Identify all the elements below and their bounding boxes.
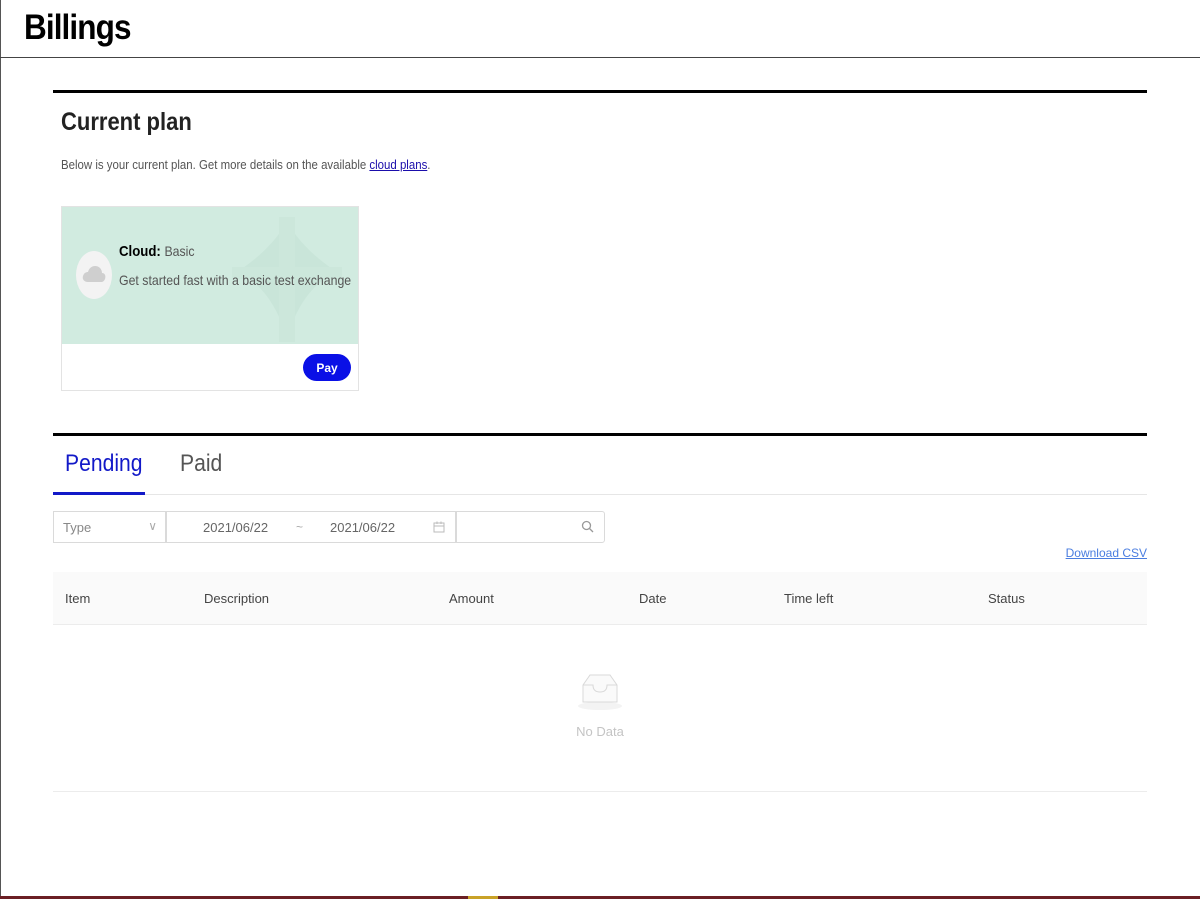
table-empty-state: No Data xyxy=(53,625,1147,792)
pay-button[interactable]: Pay xyxy=(303,354,351,381)
empty-state-text: No Data xyxy=(576,724,624,739)
cloud-icon xyxy=(82,266,106,282)
chevron-down-icon: ∨ xyxy=(148,519,157,533)
column-header-item: Item xyxy=(65,591,91,606)
table-header: Item Description Amount Date Time left S… xyxy=(53,572,1147,625)
plan-label: Cloud: xyxy=(119,243,161,260)
tab-pending[interactable]: Pending xyxy=(65,450,143,478)
search-input[interactable] xyxy=(456,511,605,543)
type-select[interactable]: Type ∨ xyxy=(53,511,166,543)
date-start[interactable]: 2021/06/22 xyxy=(203,520,268,535)
column-header-status: Status xyxy=(988,591,1025,606)
column-header-amount: Amount xyxy=(449,591,494,606)
cloud-plans-link[interactable]: cloud plans xyxy=(369,157,427,172)
plan-card: Cloud: Basic Get started fast with a bas… xyxy=(61,206,359,391)
column-header-description: Description xyxy=(204,591,270,606)
empty-inbox-icon xyxy=(578,674,622,710)
tab-paid[interactable]: Paid xyxy=(180,450,222,478)
plan-banner: Cloud: Basic Get started fast with a bas… xyxy=(62,207,358,344)
page-header: Billings xyxy=(0,0,1200,58)
search-icon xyxy=(581,520,594,533)
column-header-time-left: Time left xyxy=(784,591,834,606)
calendar-icon xyxy=(433,521,445,533)
plan-name: Cloud: Basic xyxy=(119,243,195,260)
intro-text: Below is your current plan. Get more det… xyxy=(61,157,370,172)
billing-tabs: Pending Paid xyxy=(53,436,1147,495)
intro-end: . xyxy=(427,157,431,172)
plan-icon-badge xyxy=(76,251,112,299)
plan-tier: Basic xyxy=(164,243,195,259)
date-range-picker[interactable]: 2021/06/22 ~ 2021/06/22 xyxy=(166,511,456,543)
page-title: Billings xyxy=(24,8,131,47)
current-plan-intro: Below is your current plan. Get more det… xyxy=(61,157,430,172)
column-header-date: Date xyxy=(639,591,667,606)
date-end[interactable]: 2021/06/22 xyxy=(330,520,395,535)
current-plan-title: Current plan xyxy=(61,108,192,136)
section-divider xyxy=(53,90,1147,93)
active-tab-indicator xyxy=(53,492,145,495)
type-select-placeholder: Type xyxy=(63,520,92,535)
plan-description: Get started fast with a basic test excha… xyxy=(119,272,352,288)
download-csv-link[interactable]: Download CSV xyxy=(1066,546,1147,560)
date-separator: ~ xyxy=(296,520,304,534)
